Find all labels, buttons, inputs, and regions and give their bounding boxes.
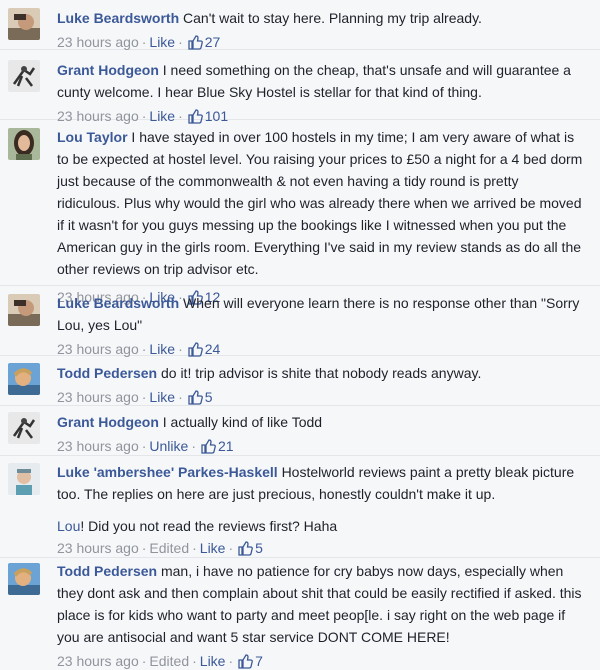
comment-body: ! Did you not read the reviews first? Ha…: [80, 518, 338, 534]
avatar[interactable]: [8, 463, 40, 495]
thumbs-up-icon[interactable]: [237, 653, 254, 669]
avatar-image: [8, 294, 40, 326]
timestamp[interactable]: 23 hours ago: [57, 653, 139, 669]
comment-item: Luke Beardsworth Can't wait to stay here…: [0, 0, 600, 50]
comment-author-link[interactable]: Todd Pedersen: [57, 365, 157, 381]
comment-body: I actually kind of like Todd: [162, 414, 323, 430]
comment-item: Grant Hodgeon I need something on the ch…: [0, 50, 600, 124]
timestamp[interactable]: 23 hours ago: [57, 540, 139, 556]
comment-text: Grant Hodgeon I need something on the ch…: [57, 59, 584, 103]
comment-author-link[interactable]: Luke 'ambershee' Parkes-Haskell: [57, 464, 278, 480]
comment-text: Todd Pedersen man, i have no patience fo…: [57, 560, 584, 648]
timestamp[interactable]: 23 hours ago: [57, 438, 139, 454]
comment-text: Luke Beardsworth Can't wait to stay here…: [57, 7, 584, 29]
timestamp[interactable]: 23 hours ago: [57, 34, 139, 50]
avatar[interactable]: [8, 363, 40, 395]
comment-author-link[interactable]: Luke Beardsworth: [57, 10, 179, 26]
timestamp[interactable]: 23 hours ago: [57, 389, 139, 405]
like-count[interactable]: 5: [205, 389, 213, 405]
thumbs-up-icon[interactable]: [237, 540, 254, 556]
comment-item: Lou Taylor I have stayed in over 100 hos…: [0, 120, 600, 305]
avatar[interactable]: [8, 60, 40, 92]
like-count[interactable]: 24: [205, 341, 221, 357]
comment-body: do it! trip advisor is shite that nobody…: [160, 365, 482, 381]
avatar[interactable]: [8, 128, 40, 160]
comment-text: Lou Taylor I have stayed in over 100 hos…: [57, 126, 584, 280]
comment-item: Todd Pedersen man, i have no patience fo…: [0, 558, 600, 669]
comment-meta: 23 hours ago · Unlike · 21: [57, 437, 584, 455]
avatar-image: [8, 60, 40, 92]
separator: ·: [178, 34, 183, 50]
comment-item: Todd Pedersen do it! trip advisor is shi…: [0, 356, 600, 406]
comment-body: Can't wait to stay here. Planning my tri…: [183, 10, 482, 26]
separator: ·: [141, 389, 147, 405]
separator: ·: [141, 341, 147, 357]
like-button[interactable]: Like: [200, 540, 226, 556]
avatar-image: [8, 8, 40, 40]
comment-list: Luke Beardsworth Can't wait to stay here…: [0, 0, 600, 669]
separator: ·: [141, 540, 147, 556]
comment-body: I have stayed in over 100 hostels in my …: [57, 129, 583, 277]
like-count[interactable]: 7: [255, 653, 263, 669]
comment-text: Luke 'ambershee' Parkes-Haskell Hostelwo…: [57, 461, 584, 505]
edited-label[interactable]: Edited: [149, 540, 189, 556]
avatar-image: [8, 128, 40, 160]
comment-author-link[interactable]: Grant Hodgeon: [57, 414, 159, 430]
avatar-image: [8, 563, 40, 595]
separator: ·: [141, 653, 147, 669]
like-button[interactable]: Like: [149, 341, 175, 357]
separator: ·: [178, 389, 183, 405]
comment-author-link[interactable]: Lou Taylor: [57, 129, 128, 145]
comment-author-link[interactable]: Luke Beardsworth: [57, 295, 179, 311]
unlike-button[interactable]: Unlike: [149, 438, 188, 454]
comment-item: Grant Hodgeon I actually kind of like To…: [0, 406, 600, 456]
avatar-image: [8, 463, 40, 495]
thumbs-up-icon[interactable]: [187, 34, 203, 50]
separator: ·: [191, 438, 196, 454]
separator: ·: [228, 540, 234, 556]
comment-meta: 23 hours ago · Like · 5: [57, 388, 584, 406]
like-count[interactable]: 27: [205, 34, 221, 50]
comment-text: Luke Beardsworth When will everyone lear…: [57, 292, 584, 336]
separator: ·: [228, 653, 234, 669]
avatar-image: [8, 363, 40, 395]
mention-link[interactable]: Lou: [57, 518, 80, 534]
separator: ·: [192, 540, 197, 556]
like-button[interactable]: Like: [149, 389, 175, 405]
separator: ·: [141, 34, 147, 50]
like-button[interactable]: Like: [200, 653, 226, 669]
comment-item: Luke 'ambershee' Parkes-Haskell Hostelwo…: [0, 456, 600, 558]
thumbs-up-icon[interactable]: [200, 438, 216, 454]
timestamp[interactable]: 23 hours ago: [57, 341, 139, 357]
comment-text-paragraph: Lou! Did you not read the reviews first?…: [57, 515, 584, 537]
avatar[interactable]: [8, 563, 40, 595]
comment-author-link[interactable]: Todd Pedersen: [57, 563, 157, 579]
separator: ·: [192, 653, 197, 669]
comment-item: Luke Beardsworth When will everyone lear…: [0, 286, 600, 357]
like-count[interactable]: 21: [218, 438, 234, 454]
edited-label[interactable]: Edited: [149, 653, 189, 669]
comment-text: Todd Pedersen do it! trip advisor is shi…: [57, 362, 584, 384]
comment-meta: 23 hours ago · Edited · Like · 7: [57, 652, 584, 670]
like-count[interactable]: 5: [255, 540, 263, 556]
thumbs-up-icon[interactable]: [187, 389, 203, 405]
like-button[interactable]: Like: [149, 34, 175, 50]
comment-meta: 23 hours ago · Like · 27: [57, 33, 584, 51]
separator: ·: [141, 438, 147, 454]
comment-author-link[interactable]: Grant Hodgeon: [57, 62, 159, 78]
comment-text: Grant Hodgeon I actually kind of like To…: [57, 411, 584, 433]
thumbs-up-icon[interactable]: [187, 341, 203, 357]
avatar[interactable]: [8, 8, 40, 40]
avatar[interactable]: [8, 412, 40, 444]
avatar[interactable]: [8, 294, 40, 326]
separator: ·: [178, 341, 183, 357]
comment-meta: 23 hours ago · Edited · Like · 5: [57, 539, 584, 557]
avatar-image: [8, 412, 40, 444]
